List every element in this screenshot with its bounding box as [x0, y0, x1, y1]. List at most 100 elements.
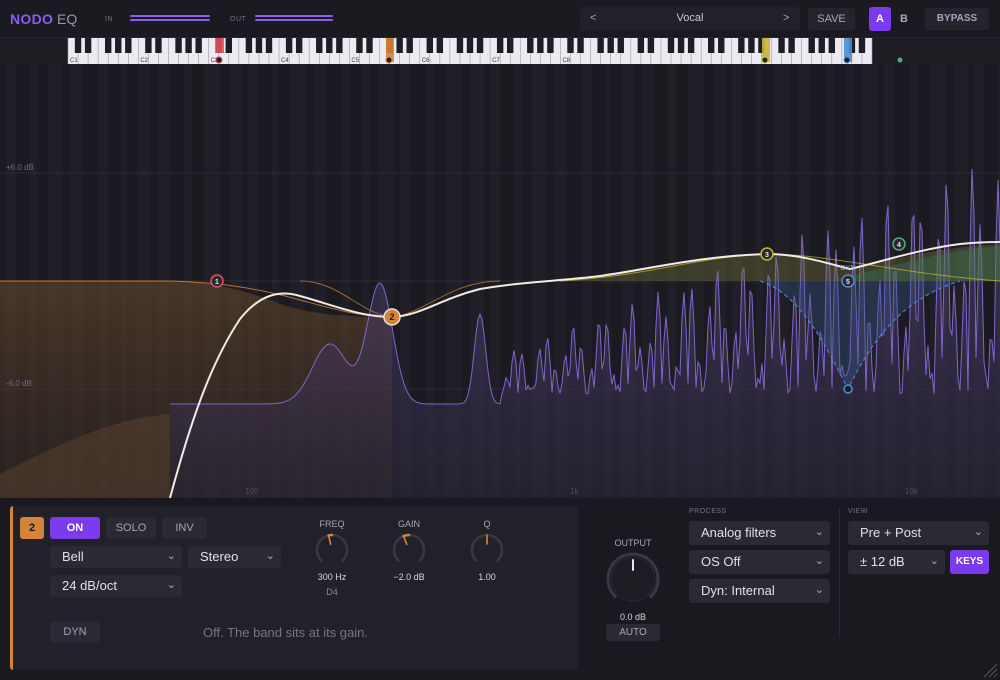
piano-black-key[interactable] — [105, 38, 112, 53]
piano-black-key[interactable] — [507, 38, 514, 53]
piano-highlight-key[interactable] — [216, 38, 224, 53]
piano-black-key[interactable] — [366, 38, 373, 53]
piano-black-key[interactable] — [778, 38, 785, 53]
piano-black-key[interactable] — [285, 38, 293, 53]
piano-black-key[interactable] — [326, 38, 333, 53]
piano-black-key[interactable] — [155, 38, 162, 53]
resize-handle-icon[interactable] — [980, 660, 998, 678]
piano-black-key[interactable] — [175, 38, 182, 53]
piano-black-key[interactable] — [476, 38, 484, 53]
band-invert-button[interactable]: INV — [162, 517, 207, 539]
band-2-node[interactable]: 2 — [383, 308, 401, 326]
dyn-source-select[interactable]: Dyn: Internal ⌄ — [689, 579, 830, 603]
keys-toggle-button[interactable]: KEYS — [950, 550, 989, 574]
ab-a-button[interactable]: A — [869, 7, 891, 31]
q-value[interactable]: 1.00 — [457, 572, 517, 582]
piano-black-key[interactable] — [255, 38, 263, 53]
oversampling-select[interactable]: OS Off ⌄ — [689, 550, 830, 574]
piano-black-key[interactable] — [336, 38, 343, 53]
piano-black-key[interactable] — [396, 38, 403, 53]
piano-black-key[interactable] — [356, 38, 363, 53]
piano-black-key[interactable] — [577, 38, 584, 53]
piano-black-key[interactable] — [84, 38, 92, 53]
piano-black-key[interactable] — [125, 38, 132, 53]
gain-knob[interactable] — [390, 531, 428, 569]
piano-band-marker[interactable] — [843, 56, 851, 64]
band5-dyn-handle[interactable] — [843, 384, 853, 394]
piano-black-key[interactable] — [185, 38, 192, 53]
piano-black-key[interactable] — [738, 38, 745, 53]
freq-value[interactable]: 300 Hz — [302, 572, 362, 582]
ab-b-button[interactable]: B — [893, 7, 915, 31]
output-value[interactable]: 0.0 dB — [603, 612, 663, 622]
band-shape-select[interactable]: Bell ⌄ — [50, 546, 182, 568]
eq-graph[interactable]: 1 2 3 4 5 DYN +6.0 dB -6.0 dB 100 1k 10k — [0, 64, 1000, 498]
piano-black-key[interactable] — [607, 38, 614, 53]
band-3-node[interactable]: 3 — [760, 247, 774, 261]
piano-black-key[interactable] — [426, 38, 433, 53]
gain-value[interactable]: −2.0 dB — [379, 572, 439, 582]
band-dyn-button[interactable]: DYN — [50, 621, 100, 643]
piano-black-key[interactable] — [527, 38, 534, 53]
piano-black-key[interactable] — [496, 38, 504, 53]
piano-band-marker[interactable] — [761, 56, 769, 64]
piano-black-key[interactable] — [316, 38, 323, 53]
eq-graph-canvas[interactable]: 1 2 3 4 5 DYN +6.0 dB -6.0 dB 100 1k 10k — [0, 64, 1000, 498]
piano-keys[interactable]: C1 C2 C3 C4 C5 C6 C7 C8 — [0, 38, 1000, 64]
view-mode-select[interactable]: Pre + Post ⌄ — [848, 521, 989, 545]
piano-black-key[interactable] — [74, 38, 82, 53]
piano-black-key[interactable] — [808, 38, 815, 53]
piano-black-key[interactable] — [436, 38, 444, 53]
piano-black-key[interactable] — [718, 38, 725, 53]
piano-black-key[interactable] — [115, 38, 122, 53]
band-number-badge[interactable]: 2 — [20, 517, 44, 539]
piano-black-key[interactable] — [858, 38, 866, 53]
piano-band-marker[interactable] — [385, 56, 393, 64]
freq-knob[interactable] — [313, 531, 351, 569]
band-channel-select[interactable]: Stereo ⌄ — [188, 546, 281, 568]
piano-black-key[interactable] — [637, 38, 645, 53]
piano-black-key[interactable] — [225, 38, 232, 53]
piano-black-key[interactable] — [677, 38, 685, 53]
piano-black-key[interactable] — [748, 38, 755, 53]
piano-black-key[interactable] — [667, 38, 675, 53]
band-5-node[interactable]: 5 — [841, 274, 855, 288]
piano-black-key[interactable] — [617, 38, 624, 53]
filter-mode-select[interactable]: Analog filters ⌄ — [689, 521, 830, 545]
band-4-node[interactable]: 4 — [892, 237, 906, 251]
output-auto-button[interactable]: AUTO — [606, 624, 660, 641]
range-select[interactable]: ± 12 dB ⌄ — [848, 550, 945, 574]
output-knob[interactable] — [604, 550, 662, 608]
piano-black-key[interactable] — [537, 38, 544, 53]
band-1-node[interactable]: 1 — [210, 274, 224, 288]
band-on-button[interactable]: ON — [50, 517, 100, 539]
piano-black-key[interactable] — [828, 38, 835, 53]
piano-black-key[interactable] — [597, 38, 604, 53]
piano-black-key[interactable] — [567, 38, 574, 53]
piano-black-key[interactable] — [788, 38, 795, 53]
piano-black-key[interactable] — [145, 38, 152, 53]
piano-black-key[interactable] — [547, 38, 554, 53]
piano-band4-marker[interactable] — [897, 57, 903, 63]
piano-black-key[interactable] — [195, 38, 202, 53]
preset-prev-button[interactable]: < — [590, 12, 596, 24]
save-button[interactable]: SAVE — [808, 8, 855, 30]
piano-black-key[interactable] — [687, 38, 695, 53]
piano-black-key[interactable] — [245, 38, 253, 53]
q-knob[interactable] — [468, 531, 506, 569]
band-slope-select[interactable]: 24 dB/oct ⌄ — [50, 575, 182, 597]
piano-black-key[interactable] — [295, 38, 303, 53]
band-solo-button[interactable]: SOLO — [106, 517, 156, 539]
preset-next-button[interactable]: > — [783, 12, 789, 24]
piano-black-key[interactable] — [647, 38, 655, 53]
freq-label-100: 100 — [245, 487, 259, 496]
piano-keyboard[interactable]: C1 C2 C3 C4 C5 C6 C7 C8 — [0, 38, 1000, 64]
piano-black-key[interactable] — [818, 38, 825, 53]
piano-black-key[interactable] — [708, 38, 715, 53]
piano-black-key[interactable] — [456, 38, 464, 53]
piano-black-key[interactable] — [466, 38, 474, 53]
piano-black-key[interactable] — [265, 38, 273, 53]
preset-name[interactable]: Vocal — [640, 12, 740, 24]
bypass-button[interactable]: BYPASS — [925, 8, 989, 30]
piano-black-key[interactable] — [406, 38, 413, 53]
